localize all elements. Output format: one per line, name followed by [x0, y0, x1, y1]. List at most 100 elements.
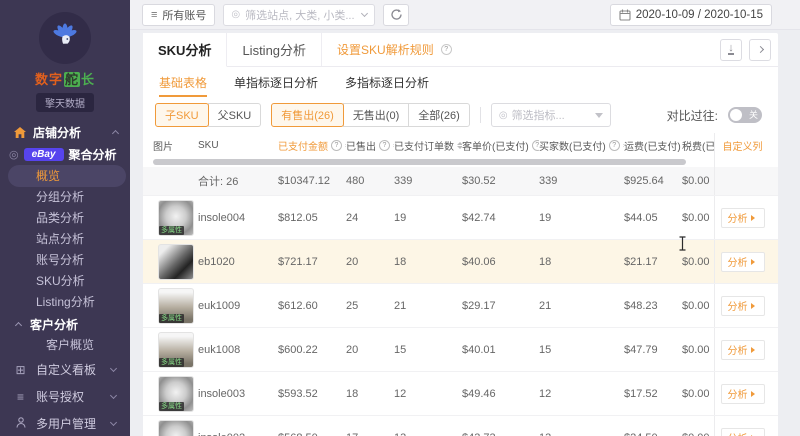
analyze-button[interactable]: 分析: [720, 427, 765, 436]
filter-icon: [594, 112, 603, 122]
analyze-label: 分析: [727, 258, 748, 269]
download-button[interactable]: ↓: [720, 38, 742, 61]
item-label: 多用户管理: [36, 417, 97, 431]
image-cell: 多属性: [153, 419, 198, 436]
info-icon[interactable]: ?: [531, 139, 539, 151]
sidebar-item-multi-user[interactable]: 多用户管理: [0, 410, 130, 436]
metric-filter-dropdown[interactable]: ◎ 筛选指标...: [490, 103, 611, 127]
target-icon: ◎: [498, 109, 508, 121]
column-header-label: SKU: [198, 139, 219, 151]
toggle-knob: [730, 109, 742, 121]
column-header-label: 已支付订单数: [394, 141, 454, 153]
image-cell: 多属性: [153, 331, 198, 368]
sold-filter[interactable]: 有售出(26): [271, 103, 344, 127]
site-filter-dropdown[interactable]: ◎ 筛选站点, 大类, 小类...: [223, 3, 376, 26]
expand-button[interactable]: [749, 38, 771, 61]
caret-right-icon: [750, 258, 758, 265]
sidebar-item-site-analysis[interactable]: 站点分析: [0, 229, 130, 250]
column-header-5[interactable]: 已支付订单数: [394, 138, 462, 153]
column-header-label: 已支付金额: [278, 141, 328, 153]
summary-label: 合计: 26: [198, 176, 239, 188]
table-cell: $30.52: [462, 175, 496, 187]
sidebar: 数字舵长 擎天数据 店铺分析 ◎ eBay 聚合分析 概览 分组分析 品类分析 …: [0, 0, 130, 436]
column-header-3[interactable]: 已支付金额?: [278, 138, 346, 153]
product-image: [158, 243, 194, 280]
target-icon: ◎: [9, 148, 19, 161]
analyze-button[interactable]: 分析: [720, 383, 765, 404]
sku-cell: euk1009: [198, 299, 241, 312]
help-icon: ?: [440, 44, 452, 55]
column-header-9[interactable]: 税费(已支付): [682, 138, 714, 153]
header-cells: 图片 SKU 已支付金额? 已售出? 已支付订单数 客单价(已支付)? 买家数(已支付)? 运…: [153, 133, 714, 157]
compare-toggle[interactable]: 关: [728, 107, 762, 123]
analyze-button[interactable]: 分析: [720, 207, 765, 228]
table-cell: $0.00: [682, 211, 710, 224]
table-cell: $21.17: [624, 255, 658, 268]
analyze-button[interactable]: 分析: [720, 251, 765, 272]
sidebar-item-account-analysis[interactable]: 账号分析: [0, 250, 130, 271]
sidebar-item-listing-analysis[interactable]: Listing分析: [0, 292, 130, 313]
scrollbar-stub: [714, 157, 770, 167]
analyze-label: 分析: [727, 346, 748, 357]
tab-listing-analysis[interactable]: Listing分析: [227, 33, 323, 66]
sidebar-item-overview[interactable]: 概览: [8, 165, 126, 187]
image-cell: 多属性: [153, 199, 198, 236]
horizontal-scrollbar[interactable]: [153, 159, 686, 165]
sidebar-item-ebay-aggregate[interactable]: ◎ eBay 聚合分析: [0, 143, 130, 165]
parent-sku-filter[interactable]: 父SKU: [207, 103, 262, 127]
table-cell: 25: [346, 299, 359, 312]
customize-columns-button[interactable]: 自定义列: [714, 133, 770, 157]
date-range-button[interactable]: 2020-10-09 / 2020-10-15: [609, 3, 772, 26]
info-icon[interactable]: ?: [608, 139, 620, 151]
action-cell: 分析: [714, 328, 770, 371]
table-row: 多属性 insole004 $812.05 24 19 $42.74 19 $44.05 $0.…: [143, 195, 778, 239]
variant-badge: 多属性: [159, 357, 184, 367]
info-icon[interactable]: ?: [379, 139, 390, 151]
image-cell: [153, 243, 198, 280]
sidebar-group-shop-analysis[interactable]: 店铺分析: [0, 121, 130, 143]
sidebar-item-account-authorization[interactable]: ≡ 账号授权: [0, 383, 130, 410]
column-header-8[interactable]: 运费(已支付): [624, 138, 682, 153]
sidebar-item-customer-overview[interactable]: 客户概览: [0, 335, 130, 356]
refresh-button[interactable]: [383, 3, 410, 26]
row-cells: 多属性 insole004 $812.05 24 19 $42.74 19 $44.05 $0.…: [153, 196, 714, 239]
column-header-4[interactable]: 已售出?: [346, 138, 394, 153]
tab-sku-analysis[interactable]: SKU分析: [143, 33, 228, 67]
sidebar-item-category-analysis[interactable]: 品类分析: [0, 208, 130, 229]
analyze-button[interactable]: 分析: [720, 295, 765, 316]
column-header-label: 客单价(已支付): [462, 141, 529, 153]
table-cell: $600.22: [278, 343, 318, 356]
unsold-filter[interactable]: 无售出(0): [342, 103, 410, 127]
action-cell: 分析: [714, 196, 770, 239]
sidebar-group-customer-analysis[interactable]: 客户分析: [0, 313, 130, 335]
aggregate-label: 聚合分析: [68, 147, 117, 162]
action-cell: 分析: [714, 240, 770, 283]
sidebar-item-sku-analysis[interactable]: SKU分析: [0, 271, 130, 292]
date-range-value: 2020-10-09 / 2020-10-15: [635, 8, 763, 21]
column-header-1: 图片: [153, 138, 198, 153]
table-cell: 24: [346, 211, 359, 224]
chevron-up-icon: [14, 321, 23, 330]
sidebar-item-group-analysis[interactable]: 分组分析: [0, 187, 130, 208]
column-header-7[interactable]: 买家数(已支付)?: [539, 138, 624, 153]
chevron-right-icon: [756, 45, 764, 54]
app-screen: ≡ 所有账号 ◎ 筛选站点, 大类, 小类... 2020-10-09 / 20…: [0, 0, 800, 436]
sidebar-item-custom-dashboard[interactable]: ⊞ 自定义看板: [0, 356, 130, 383]
all-accounts-button[interactable]: ≡ 所有账号: [142, 3, 216, 26]
chevron-up-icon: [111, 129, 120, 138]
subtab-basic-table[interactable]: 基础表格: [159, 67, 207, 97]
analyze-button[interactable]: 分析: [720, 339, 765, 360]
subtab-single-metric-daily[interactable]: 单指标逐日分析: [234, 67, 318, 97]
info-icon[interactable]: ?: [331, 139, 342, 151]
item-label: 账号授权: [36, 390, 85, 404]
table-cell: $568.50: [278, 432, 346, 436]
analyze-label: 分析: [727, 390, 748, 401]
child-sku-filter[interactable]: 子SKU: [155, 103, 209, 127]
image-cell: 多属性: [153, 287, 198, 324]
subtab-multi-metric-daily[interactable]: 多指标逐日分析: [345, 67, 429, 97]
sku-rule-link[interactable]: 设置SKU解析规则 ?: [337, 33, 452, 66]
all-filter[interactable]: 全部(26): [408, 103, 470, 127]
product-image: 多属性: [158, 199, 194, 236]
action-cell: 分析: [714, 416, 770, 436]
table-cell: 20: [346, 343, 359, 356]
